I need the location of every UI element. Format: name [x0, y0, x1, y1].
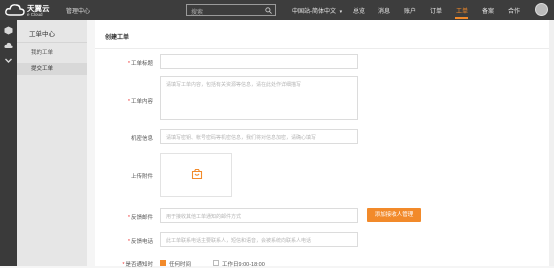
upload-area[interactable]	[160, 153, 232, 197]
chevron-down-icon: ▾	[339, 9, 343, 15]
placeholder: 请填写工单内容，包括有关资源等信息，请在此处作详细描写	[166, 82, 302, 88]
label-text: 机密信息	[130, 136, 153, 142]
active-nav-indicator	[455, 17, 468, 19]
cloud-logo-icon	[5, 4, 25, 16]
sensitive-info-label: 机密信息	[95, 134, 153, 142]
feedback-phone-label: *反馈电话	[95, 237, 153, 245]
logo[interactable]: 天翼云 e Cloud	[5, 2, 57, 18]
page-title: 创建工单	[105, 35, 130, 41]
required-mark: *	[127, 99, 130, 105]
label-text: 工单内容	[130, 99, 153, 105]
logo-subtext: e Cloud	[27, 12, 43, 17]
nav-overview[interactable]: 总览	[353, 6, 365, 15]
feedback-email-label: *反馈邮件	[95, 213, 153, 221]
nav-filing[interactable]: 备案	[482, 6, 494, 15]
required-mark: *	[127, 61, 130, 67]
sensitive-info-input[interactable]: 请填写密钥、帐号密码等机密信息，我们将对信息加密，请确心填写	[160, 129, 358, 144]
upload-bag-icon[interactable]	[191, 168, 203, 180]
any-time-label: 任何时间	[169, 262, 192, 268]
nav-cooperation[interactable]: 合作	[508, 6, 520, 15]
feedback-email-input[interactable]: 用于接收其他工单通知的邮件方式	[160, 208, 358, 223]
avatar[interactable]	[535, 3, 548, 16]
required-mark: *	[127, 215, 130, 221]
top-bar: 天翼云 e Cloud 管理中心 搜索 中国站-简体中文 ▾ 总览 消息 账户 …	[0, 0, 554, 20]
icon-rail	[0, 20, 17, 266]
divider	[17, 42, 87, 43]
label-text: 工单标题	[130, 61, 153, 67]
ticket-content-textarea[interactable]: 请填写工单内容，包括有关资源等信息，请在此处作详细描写	[160, 76, 358, 120]
divider	[95, 48, 554, 49]
ticket-title-input[interactable]	[160, 54, 358, 69]
main-panel: 创建工单 *工单标题 *工单内容 请填写工单内容，包括有关资源等信息，请在此处作…	[95, 20, 554, 268]
workday-checkbox[interactable]	[213, 260, 219, 266]
nav-tickets[interactable]: 工单	[456, 6, 468, 15]
nav-orders[interactable]: 订单	[430, 6, 442, 15]
label-text: 反馈邮件	[130, 215, 153, 221]
cloud-icon[interactable]	[4, 41, 13, 50]
notify-time-label: *是否通知时	[95, 260, 153, 268]
feedback-phone-input[interactable]: 此工单联系电话主要联系人，短信和语音，会被系统向联系人电话	[160, 232, 358, 247]
nav-messages[interactable]: 消息	[378, 6, 390, 15]
sidebar: 工单中心 我的工单 提交工单	[17, 20, 87, 266]
sidebar-item-submit-ticket[interactable]: 提交工单	[17, 63, 87, 75]
sidebar-title: 工单中心	[29, 31, 55, 38]
placeholder: 用于接收其他工单通知的邮件方式	[166, 214, 242, 220]
management-center-link[interactable]: 管理中心	[66, 6, 90, 15]
search-box[interactable]: 搜索	[186, 4, 276, 16]
attachment-label: 上传附件	[95, 172, 153, 180]
label-text: 上传附件	[130, 174, 153, 180]
region-selector[interactable]: 中国站-简体中文 ▾	[292, 6, 342, 15]
add-recipient-button[interactable]: 添加接收人管理	[367, 208, 421, 222]
region-label: 中国站-简体中文	[292, 9, 336, 15]
label-text: 反馈电话	[130, 239, 153, 245]
search-input[interactable]: 搜索	[191, 7, 203, 16]
nav-account[interactable]: 账户	[404, 6, 416, 15]
ticket-title-label: *工单标题	[95, 59, 153, 67]
any-time-checkbox[interactable]	[160, 260, 166, 266]
ticket-content-label: *工单内容	[95, 97, 153, 105]
placeholder: 此工单联系电话主要联系人，短信和语音，会被系统向联系人电话	[166, 238, 312, 244]
required-mark: *	[127, 239, 130, 245]
label-text: 是否通知时	[125, 262, 153, 268]
scrollbar[interactable]	[549, 20, 554, 266]
search-icon[interactable]	[265, 7, 272, 14]
cube-icon[interactable]	[4, 26, 13, 35]
placeholder: 请填写密钥、帐号密码等机密信息，我们将对信息加密，请确心填写	[166, 135, 317, 141]
sidebar-item-my-tickets[interactable]: 我的工单	[17, 47, 87, 59]
workday-label: 工作日9:00-18:00	[222, 262, 265, 268]
chevron-down-icon[interactable]	[4, 56, 13, 65]
